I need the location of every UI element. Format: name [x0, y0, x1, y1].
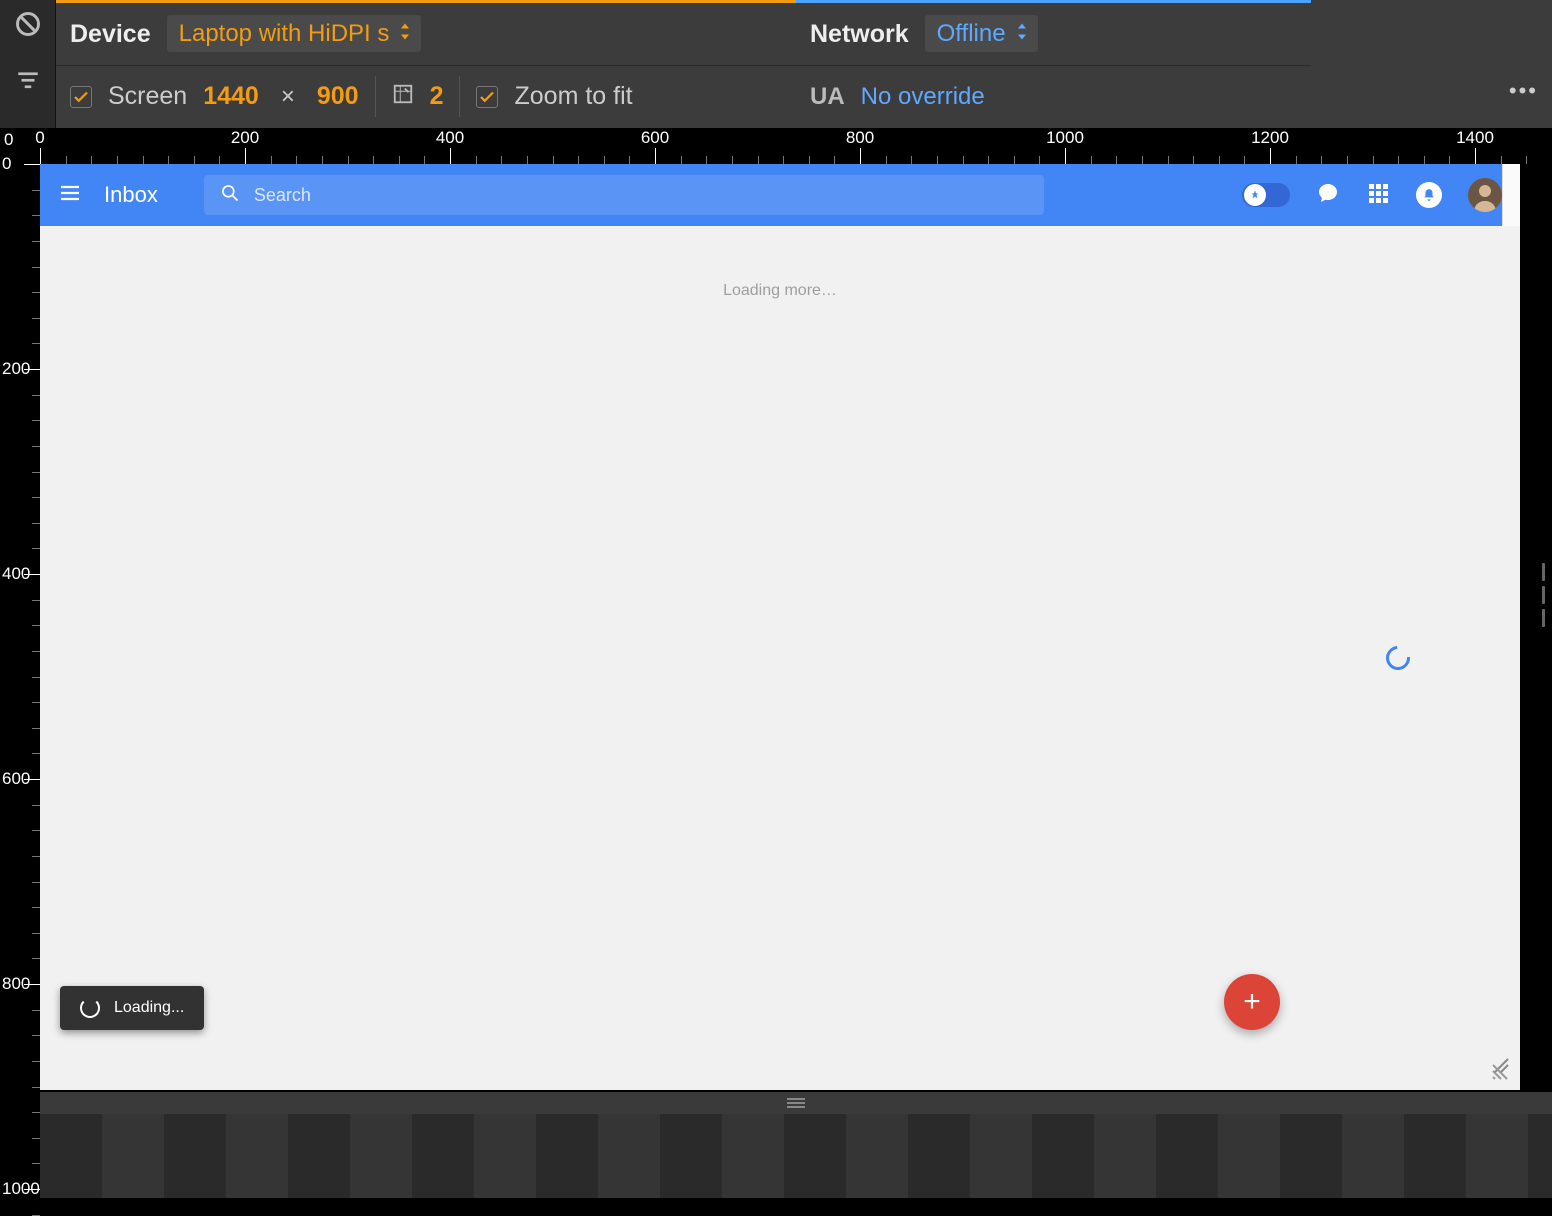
search-input[interactable]	[254, 185, 1028, 206]
screen-height[interactable]: 900	[317, 82, 359, 111]
emulated-viewport: Inbox	[40, 164, 1520, 1090]
compose-fab[interactable]: +	[1224, 974, 1280, 1030]
devtools-toolbar: Device Laptop with HiDPI s Screen 1440 ×…	[56, 0, 1552, 128]
viewport-drag-bar[interactable]	[40, 1092, 1552, 1114]
network-select[interactable]: Offline	[925, 15, 1038, 52]
search-icon	[220, 183, 240, 208]
no-entry-icon[interactable]	[14, 10, 42, 43]
chat-icon[interactable]	[1316, 181, 1340, 210]
dimension-x: ×	[281, 83, 295, 111]
loading-toast: Loading...	[60, 986, 204, 1030]
device-label: Device	[70, 20, 151, 49]
ruler-horizontal: 0200400600800100012001400	[40, 128, 1552, 164]
screen-checkbox[interactable]	[70, 86, 92, 108]
vertical-grip-icon[interactable]	[1534, 560, 1552, 630]
app-header: Inbox	[40, 164, 1520, 226]
screen-label: Screen	[108, 82, 187, 111]
below-viewport-grid	[40, 1114, 1552, 1198]
toast-text: Loading...	[114, 999, 184, 1017]
pin-toggle[interactable]	[1242, 183, 1290, 207]
search-box[interactable]	[204, 175, 1044, 215]
dpr-icon	[392, 83, 414, 110]
loading-more-text: Loading more…	[40, 226, 1520, 300]
app-content: Loading more… + Loading...	[40, 226, 1520, 1090]
filter-icon[interactable]	[15, 67, 41, 98]
notifications-icon[interactable]	[1416, 182, 1442, 208]
avatar[interactable]	[1468, 178, 1502, 212]
resize-handle-icon[interactable]	[1490, 1055, 1510, 1080]
ruler-vertical: 02004006008001000	[0, 164, 40, 1198]
dpr-value[interactable]: 2	[430, 82, 444, 111]
device-panel: Device Laptop with HiDPI s Screen 1440 ×…	[56, 0, 796, 128]
zoom-label: Zoom to fit	[514, 82, 632, 111]
side-spinner-icon	[1381, 641, 1415, 675]
network-label: Network	[810, 20, 909, 49]
hamburger-icon[interactable]	[58, 181, 82, 210]
devtools-sidebar	[0, 0, 56, 128]
device-select[interactable]: Laptop with HiDPI s	[167, 15, 422, 52]
app-title: Inbox	[104, 182, 158, 208]
more-menu-icon[interactable]: •••	[1509, 78, 1538, 104]
apps-grid-icon[interactable]	[1366, 181, 1390, 210]
zoom-checkbox[interactable]	[476, 86, 498, 108]
toast-spinner-icon	[80, 998, 100, 1018]
screen-width[interactable]: 1440	[203, 82, 259, 111]
network-panel: Network Offline UA No override	[796, 0, 1311, 128]
ua-label: UA	[810, 83, 845, 111]
ua-value-link[interactable]: No override	[861, 83, 985, 111]
